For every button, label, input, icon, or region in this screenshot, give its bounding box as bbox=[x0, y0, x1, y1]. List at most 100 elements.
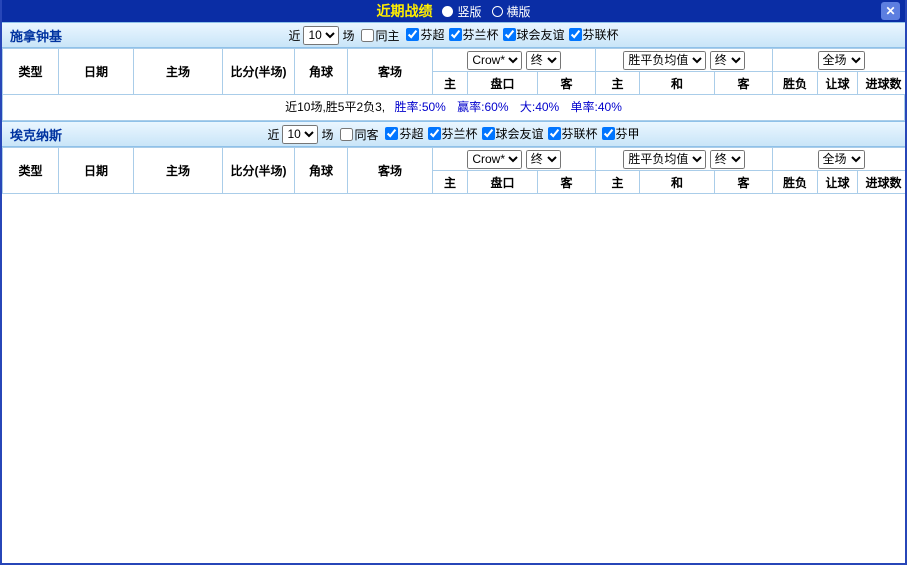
sub-col-home-odds: 主 bbox=[433, 72, 468, 95]
scope-select[interactable]: 全场 bbox=[818, 150, 865, 169]
avg-odds-select[interactable]: 胜平负均值 bbox=[623, 51, 706, 70]
league-filter[interactable]: 芬超 bbox=[406, 26, 444, 43]
sub-col-lose: 客 bbox=[715, 171, 773, 194]
avg-period-select[interactable]: 终 bbox=[710, 51, 745, 70]
same-venue-filter[interactable]: 同主 bbox=[361, 27, 399, 44]
filter-bar: 近 10 场 同主 芬超芬兰杯球会友谊芬联杯 bbox=[288, 26, 618, 45]
close-icon[interactable]: ✕ bbox=[881, 2, 900, 20]
league-label: 芬联杯 bbox=[562, 125, 598, 142]
league-label: 球会友谊 bbox=[496, 125, 544, 142]
same-venue-filter[interactable]: 同客 bbox=[340, 126, 378, 143]
same-venue-checkbox[interactable] bbox=[361, 29, 374, 42]
sub-col-goals: 进球数 bbox=[858, 72, 907, 95]
summary-row: 近10场,胜5平2负3, 胜率:50% 赢率:60% 大:40% 单率:40% bbox=[2, 95, 905, 121]
sub-col-let: 让球 bbox=[818, 72, 858, 95]
scope-header: 全场 bbox=[773, 148, 907, 171]
league-checkbox[interactable] bbox=[385, 127, 398, 140]
league-label: 芬兰杯 bbox=[463, 26, 499, 43]
same-venue-checkbox[interactable] bbox=[340, 128, 353, 141]
league-checkbox[interactable] bbox=[602, 127, 615, 140]
same-venue-label: 同主 bbox=[375, 27, 399, 44]
team-name: 施拿钟基 bbox=[10, 26, 62, 45]
league-label: 芬超 bbox=[420, 26, 444, 43]
league-filter[interactable]: 芬超 bbox=[385, 125, 423, 142]
match-count-select[interactable]: 10 bbox=[282, 125, 318, 144]
league-checkbox[interactable] bbox=[406, 28, 419, 41]
league-label: 芬超 bbox=[399, 125, 423, 142]
col-type: 类型 bbox=[3, 148, 59, 194]
col-home: 主场 bbox=[134, 49, 223, 95]
filter-bar: 近 10 场 同客 芬超芬兰杯 球会友谊 芬联杯 芬甲 bbox=[267, 125, 639, 144]
col-away: 客场 bbox=[348, 148, 433, 194]
col-score: 比分(半场) bbox=[223, 49, 295, 95]
col-home: 主场 bbox=[134, 148, 223, 194]
league-filter-list: 芬超 芬兰杯 球会友谊 芬联杯 bbox=[402, 26, 618, 44]
col-date: 日期 bbox=[59, 49, 134, 95]
titlebar: 近期战绩 竖版 横版 ✕ bbox=[2, 0, 905, 22]
league-filter[interactable]: 球会友谊 bbox=[503, 26, 565, 43]
sub-col-home-odds: 主 bbox=[433, 171, 468, 194]
league-label: 芬联杯 bbox=[583, 26, 619, 43]
sub-col-away-odds: 客 bbox=[538, 72, 596, 95]
near-label: 近 bbox=[267, 126, 279, 143]
page-title: 近期战绩 bbox=[376, 1, 432, 21]
league-filter[interactable]: 芬联杯 bbox=[548, 125, 598, 142]
sub-col-draw: 和 bbox=[640, 171, 715, 194]
avg-odds-select[interactable]: 胜平负均值 bbox=[623, 150, 706, 169]
league-checkbox[interactable] bbox=[569, 28, 582, 41]
sub-col-handicap: 盘口 bbox=[468, 72, 538, 95]
league-checkbox[interactable] bbox=[449, 28, 462, 41]
radio-selected-icon bbox=[442, 6, 453, 17]
avg-period-select[interactable]: 终 bbox=[710, 150, 745, 169]
sub-col-let: 让球 bbox=[818, 171, 858, 194]
sub-col-lose: 客 bbox=[715, 72, 773, 95]
col-away: 客场 bbox=[348, 49, 433, 95]
sjk-results-table: 类型 日期 主场 比分(半场) 角球 客场 Crow* 终 胜平负均值 终 全场 bbox=[2, 48, 907, 95]
league-checkbox[interactable] bbox=[428, 127, 441, 140]
league-checkbox[interactable] bbox=[548, 127, 561, 140]
near-label: 近 bbox=[288, 27, 300, 44]
league-filter[interactable]: 芬联杯 bbox=[569, 26, 619, 43]
col-date: 日期 bbox=[59, 148, 134, 194]
avg-odds-header: 胜平负均值 终 bbox=[596, 49, 773, 72]
league-filter[interactable]: 芬甲 bbox=[602, 125, 640, 142]
games-label: 场 bbox=[321, 126, 333, 143]
league-label: 球会友谊 bbox=[517, 26, 565, 43]
layout-horizontal-radio[interactable]: 横版 bbox=[492, 3, 531, 20]
ekenas-results-table: 类型 日期 主场 比分(半场) 角球 客场 Crow* 终 胜平负均值 终 全场 bbox=[2, 147, 907, 194]
scope-header: 全场 bbox=[773, 49, 907, 72]
sub-col-away-odds: 客 bbox=[538, 171, 596, 194]
league-label: 芬甲 bbox=[616, 125, 640, 142]
recent-results-popup: 近期战绩 竖版 横版 ✕ 施拿钟基 近 10 场 同主 芬超芬兰杯球会友谊芬联杯 bbox=[0, 0, 907, 565]
league-checkbox[interactable] bbox=[482, 127, 495, 140]
odds-provider-select[interactable]: Crow* bbox=[467, 51, 522, 70]
section-header-ekenas: 埃克纳斯 近 10 场 同客 芬超芬兰杯球会友谊芬联杯芬甲 bbox=[2, 121, 905, 147]
league-filter[interactable]: 芬兰杯 bbox=[428, 125, 478, 142]
radio-vertical-label: 竖版 bbox=[457, 3, 481, 20]
match-count-select[interactable]: 10 bbox=[303, 26, 339, 45]
radio-unselected-icon bbox=[492, 6, 503, 17]
odds-period-select[interactable]: 终 bbox=[526, 51, 561, 70]
league-filter[interactable]: 芬兰杯 bbox=[449, 26, 499, 43]
layout-vertical-radio[interactable]: 竖版 bbox=[442, 3, 481, 20]
odds-period-select[interactable]: 终 bbox=[526, 150, 561, 169]
summary-rates: 胜率:50% 赢率:60% 大:40% 单率:40% bbox=[394, 100, 621, 114]
avg-odds-header: 胜平负均值 终 bbox=[596, 148, 773, 171]
odds-provider-header: Crow* 终 bbox=[433, 148, 596, 171]
sub-col-result: 胜负 bbox=[773, 171, 818, 194]
odds-provider-select[interactable]: Crow* bbox=[467, 150, 522, 169]
col-corner: 角球 bbox=[295, 49, 348, 95]
col-type: 类型 bbox=[3, 49, 59, 95]
summary-record: 近10场,胜5平2负3, bbox=[285, 100, 385, 114]
odds-provider-header: Crow* 终 bbox=[433, 49, 596, 72]
league-checkbox[interactable] bbox=[503, 28, 516, 41]
league-filter-list: 芬超芬兰杯 球会友谊 芬联杯 芬甲 bbox=[381, 125, 639, 143]
sub-col-handicap: 盘口 bbox=[468, 171, 538, 194]
scope-select[interactable]: 全场 bbox=[818, 51, 865, 70]
sub-col-win: 主 bbox=[596, 171, 640, 194]
sub-col-goals: 进球数 bbox=[858, 171, 907, 194]
league-filter[interactable]: 球会友谊 bbox=[482, 125, 544, 142]
same-venue-label: 同客 bbox=[354, 126, 378, 143]
col-score: 比分(半场) bbox=[223, 148, 295, 194]
radio-horizontal-label: 横版 bbox=[507, 3, 531, 20]
